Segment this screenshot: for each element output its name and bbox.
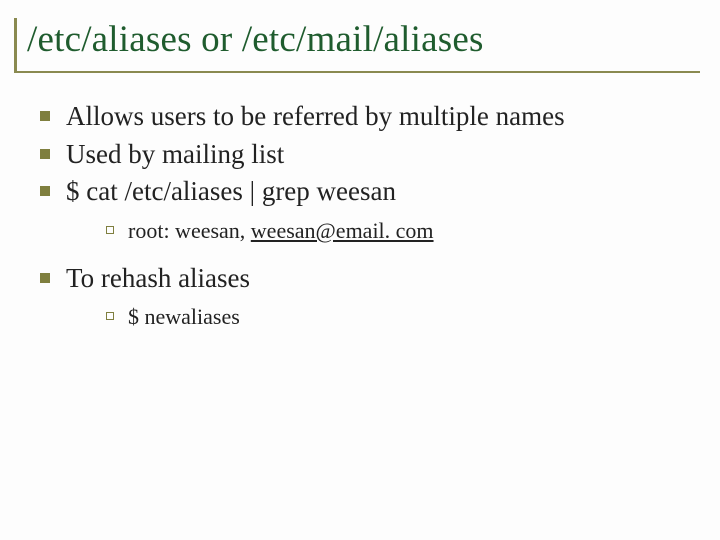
title-container: /etc/aliases or /etc/mail/aliases xyxy=(14,18,700,73)
bullet-text: $ cat /etc/aliases | grep weesan xyxy=(66,176,396,206)
sub-bullet-list: $ newaliases xyxy=(66,302,700,333)
sub-bullet-item: root: weesan, weesan@email. com xyxy=(104,216,700,247)
slide-title: /etc/aliases or /etc/mail/aliases xyxy=(27,18,700,61)
sub-bullet-list: root: weesan, weesan@email. com xyxy=(66,216,700,247)
bullet-item: $ cat /etc/aliases | grep weesan root: w… xyxy=(36,174,700,246)
bullet-text: To rehash aliases xyxy=(66,263,250,293)
bullet-item: To rehash aliases $ newaliases xyxy=(36,261,700,333)
bullet-text: Allows users to be referred by multiple … xyxy=(66,101,565,131)
bullet-item: Allows users to be referred by multiple … xyxy=(36,99,700,135)
sub-bullet-item: $ newaliases xyxy=(104,302,700,333)
sub-bullet-text: $ newaliases xyxy=(128,304,240,329)
bullet-item: Used by mailing list xyxy=(36,137,700,173)
bullet-text: Used by mailing list xyxy=(66,139,284,169)
slide: /etc/aliases or /etc/mail/aliases Allows… xyxy=(0,0,720,540)
bullet-list: Allows users to be referred by multiple … xyxy=(14,99,700,333)
sub-bullet-prefix: root: weesan, xyxy=(128,218,251,243)
email-link[interactable]: weesan@email. com xyxy=(251,218,434,243)
